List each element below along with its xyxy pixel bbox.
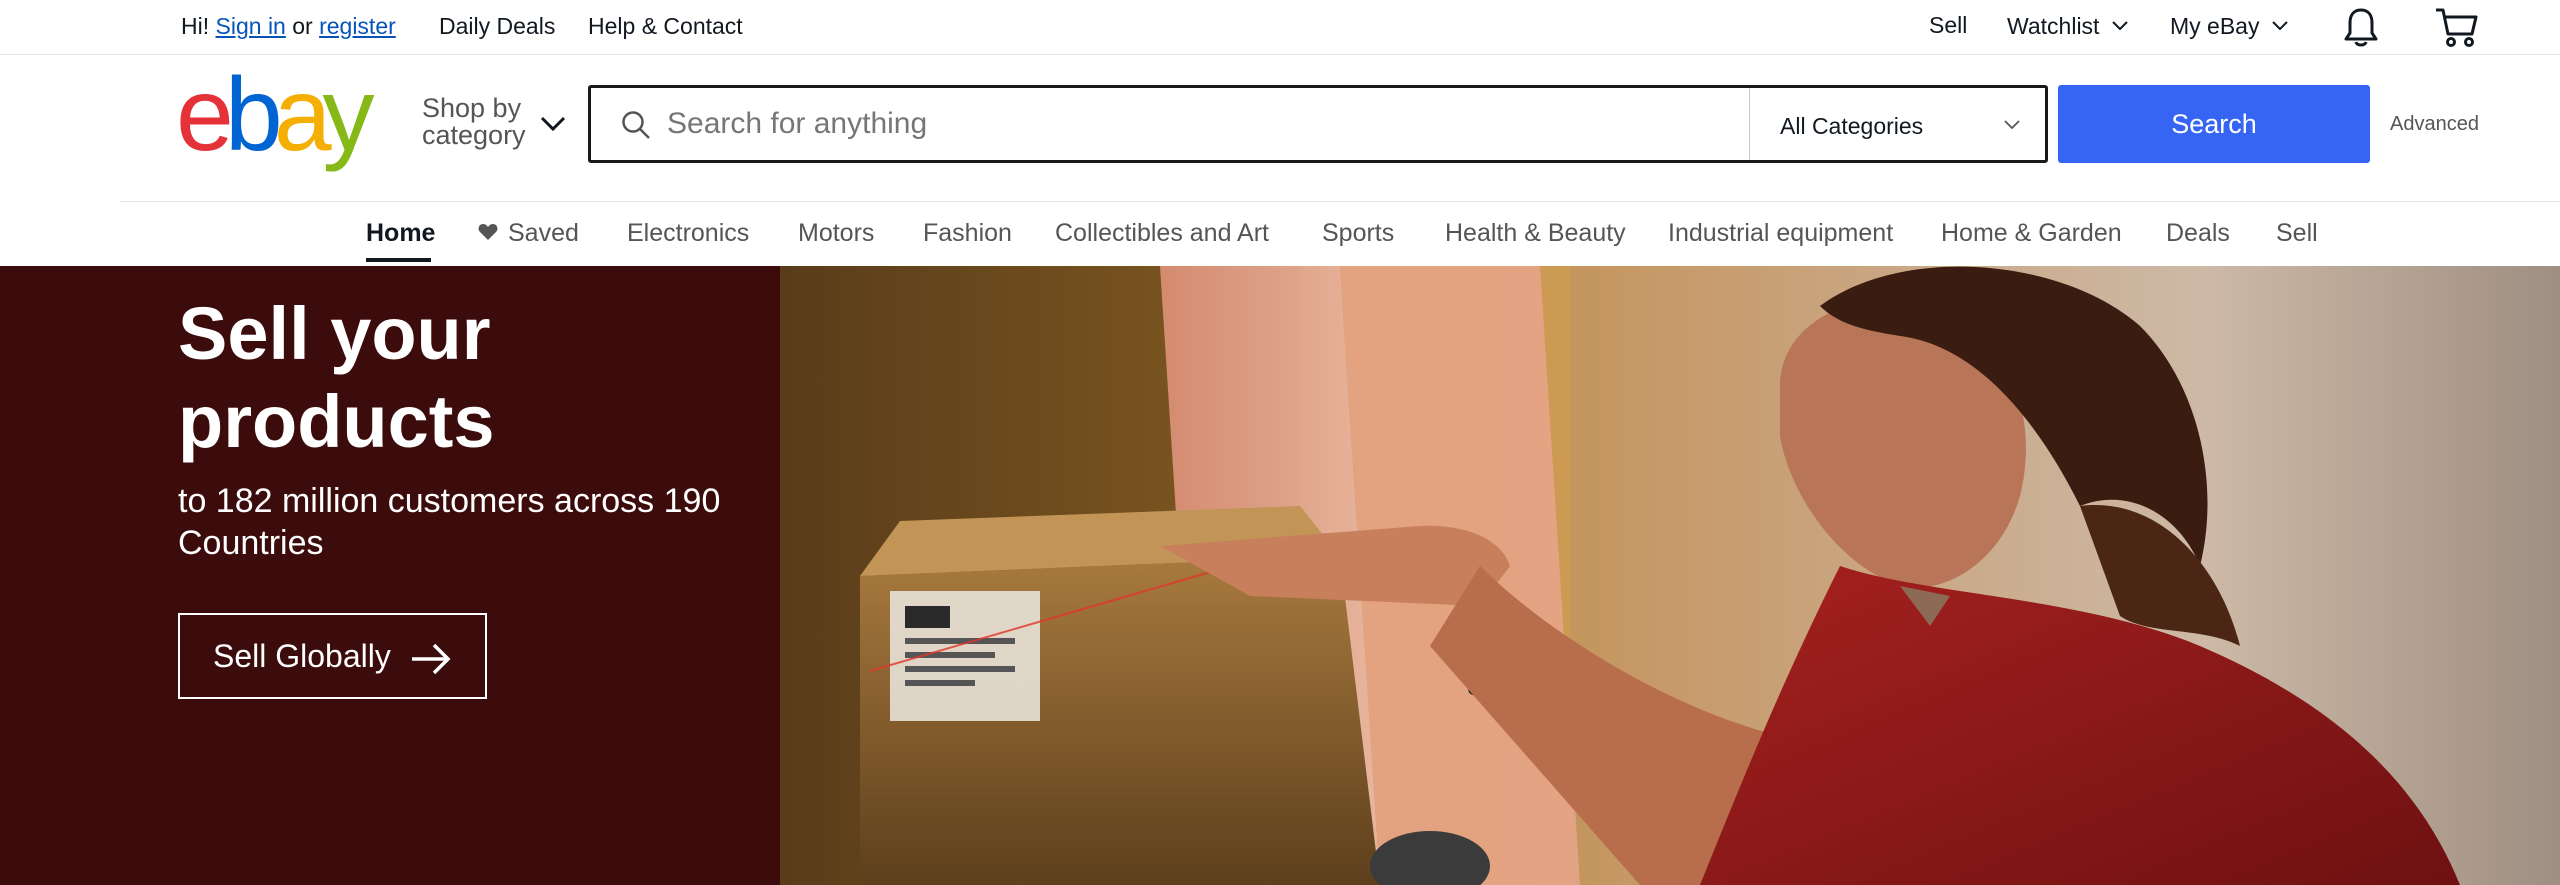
nav-item-sell[interactable]: Sell — [2276, 219, 2318, 248]
my-ebay-menu[interactable]: My eBay — [2170, 13, 2288, 40]
logo-letter-b: b — [225, 74, 279, 173]
nav-item-industrial[interactable]: Industrial equipment — [1668, 219, 1893, 248]
shop-by-line2: category — [422, 120, 526, 150]
nav-item-sports[interactable]: Sports — [1322, 219, 1394, 248]
chevron-down-icon — [2272, 21, 2288, 31]
sell-globally-label: Sell Globally — [213, 638, 391, 674]
bell-icon[interactable] — [2342, 6, 2380, 48]
arrow-right-icon — [412, 643, 451, 675]
cart-icon[interactable] — [2434, 6, 2478, 48]
nav-item-saved-label: Saved — [508, 219, 579, 247]
hero-photo — [780, 266, 2560, 885]
heart-icon — [478, 224, 498, 241]
chevron-down-icon — [2112, 21, 2128, 31]
top-utility-bar: Hi! Sign in or register Daily Deals Help… — [0, 0, 2560, 55]
category-nav: Home Saved Electronics Motors Fashion Co… — [0, 202, 2560, 266]
nav-item-electronics[interactable]: Electronics — [627, 219, 749, 248]
advanced-search-link[interactable]: Advanced — [2390, 113, 2479, 136]
logo-letter-y: y — [323, 74, 375, 173]
nav-item-deals[interactable]: Deals — [2166, 219, 2230, 248]
daily-deals-link[interactable]: Daily Deals — [439, 13, 555, 40]
sell-globally-button[interactable]: Sell Globally — [178, 613, 487, 699]
greeting: Hi! Sign in or register — [181, 13, 396, 40]
watchlist-menu[interactable]: Watchlist — [2007, 13, 2128, 40]
search-bar: All Categories — [588, 85, 2048, 163]
help-contact-link[interactable]: Help & Contact — [588, 13, 743, 40]
shop-by-line1: Shop by — [422, 93, 522, 123]
hero-title: Sell your products — [178, 292, 495, 463]
nav-item-fashion[interactable]: Fashion — [923, 219, 1012, 248]
category-select[interactable]: All Categories — [1750, 88, 2046, 160]
register-link[interactable]: register — [319, 13, 396, 39]
search-input[interactable] — [667, 96, 1717, 152]
chevron-down-icon — [2004, 120, 2020, 130]
shop-by-category-button[interactable]: Shop by category — [422, 95, 526, 149]
search-icon — [622, 111, 650, 139]
nav-item-collectibles[interactable]: Collectibles and Art — [1055, 219, 1269, 248]
nav-item-saved[interactable]: Saved — [478, 219, 579, 248]
hero-banner[interactable]: Sell your products to 182 million custom… — [0, 266, 2560, 885]
watchlist-label: Watchlist — [2007, 13, 2100, 39]
sign-in-link[interactable]: Sign in — [216, 13, 286, 39]
nav-item-home[interactable]: Home — [366, 219, 435, 248]
my-ebay-label: My eBay — [2170, 13, 2260, 39]
svg-text:ebay: ebay — [176, 74, 375, 173]
nav-item-health-beauty[interactable]: Health & Beauty — [1445, 219, 1626, 248]
sell-link[interactable]: Sell — [1929, 12, 1967, 39]
category-select-label: All Categories — [1780, 113, 1924, 139]
chevron-down-icon[interactable] — [540, 116, 566, 132]
nav-item-motors[interactable]: Motors — [798, 219, 874, 248]
ebay-logo[interactable]: ebay — [176, 74, 398, 174]
greeting-prefix: Hi! — [181, 13, 210, 39]
nav-item-home-garden[interactable]: Home & Garden — [1941, 219, 2122, 248]
greeting-or: or — [292, 13, 313, 39]
logo-letter-e: e — [176, 74, 230, 173]
search-button[interactable]: Search — [2058, 85, 2370, 163]
active-tab-indicator — [366, 258, 431, 262]
hero-subtitle: to 182 million customers across 190 Coun… — [178, 482, 721, 562]
